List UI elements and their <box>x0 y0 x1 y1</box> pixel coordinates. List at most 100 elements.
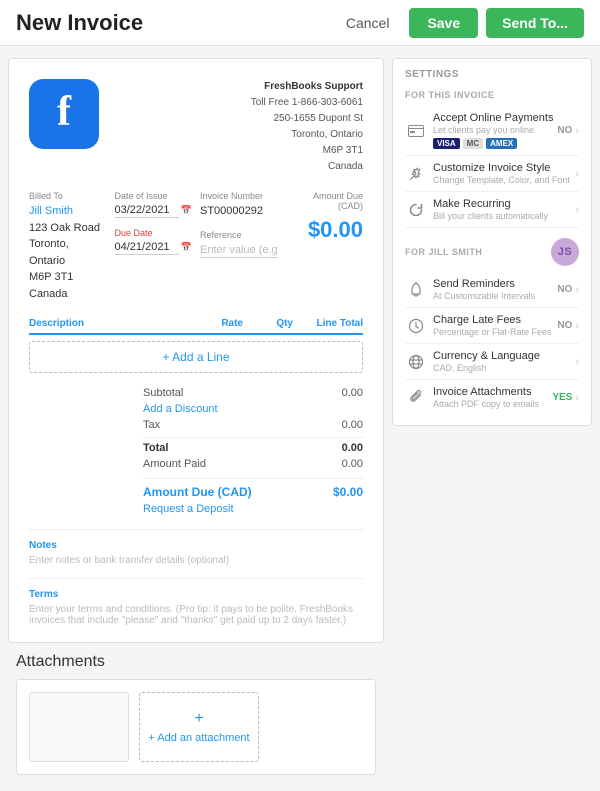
notes-section: Notes Enter notes or bank transfer detai… <box>29 529 363 566</box>
mc-chip: MC <box>463 138 483 149</box>
header-actions: Cancel Save Send To... <box>334 8 584 38</box>
recurring-content: Make Recurring Bill your clients automat… <box>433 198 575 221</box>
reference-input[interactable] <box>200 243 278 258</box>
late-fees-title: Charge Late Fees <box>433 314 557 326</box>
attachments-box: + + Add an attachment <box>16 679 376 775</box>
invoice-meta: Billed To Jill Smith 123 Oak Road Toront… <box>29 191 363 302</box>
late-fees-right: NO › <box>557 320 579 332</box>
for-user-section: FOR JILL SMITH JS <box>405 238 579 266</box>
currency-right: › <box>575 356 579 368</box>
total-row: Total 0.00 <box>143 437 363 456</box>
paperclip-icon <box>405 387 427 409</box>
amount-paid-row: Amount Paid 0.00 <box>143 456 363 472</box>
company-address3: M6P 3T1 <box>251 143 363 159</box>
settings-area: Settings FOR THIS INVOICE Accept Online … <box>392 58 592 426</box>
total-label: Total <box>143 442 168 454</box>
amount-paid-val: 0.00 <box>342 458 363 470</box>
page-header: New Invoice Cancel Save Send To... <box>0 0 600 46</box>
customize-chevron: › <box>575 168 579 180</box>
accept-payments-toggle: NO <box>557 125 572 136</box>
reminders-sub: At Customizable Intervals <box>433 291 557 301</box>
save-button[interactable]: Save <box>409 8 478 38</box>
sendto-button[interactable]: Send To... <box>486 8 584 38</box>
subtotal-val: 0.00 <box>342 387 363 399</box>
reference-group: Reference <box>200 230 278 258</box>
currency-language-item[interactable]: Currency & Language CAD, English › <box>405 344 579 380</box>
subtotal-row: Subtotal 0.00 <box>143 385 363 401</box>
customize-invoice-item[interactable]: Customize Invoice Style Change Template,… <box>405 156 579 192</box>
cancel-button[interactable]: Cancel <box>334 9 402 37</box>
add-attachment-plus: + <box>194 710 203 728</box>
date-of-issue-row: 📅 <box>115 203 193 218</box>
currency-sub: CAD, English <box>433 363 575 373</box>
reminders-chevron: › <box>575 284 579 296</box>
user-avatar: JS <box>551 238 579 266</box>
rate-col-header: Rate <box>163 318 243 329</box>
deposit-row[interactable]: Request a Deposit <box>143 501 363 517</box>
due-date-calendar-icon: 📅 <box>181 242 192 253</box>
reference-label: Reference <box>200 230 278 240</box>
payment-cards: VISA MC AMEX <box>433 138 557 149</box>
invoice-attachments-item[interactable]: Invoice Attachments Attach PDF copy to e… <box>405 380 579 415</box>
terms-label: Terms <box>29 589 363 600</box>
attachments-content: Invoice Attachments Attach PDF copy to e… <box>433 386 552 409</box>
currency-content: Currency & Language CAD, English <box>433 350 575 373</box>
company-address4: Canada <box>251 159 363 175</box>
reminders-right: NO › <box>557 284 579 296</box>
tax-row: Tax 0.00 <box>143 417 363 433</box>
invoice-card: f FreshBooks Support Toll Free 1-866-303… <box>8 58 384 643</box>
client-postal: M6P 3T1 <box>29 269 107 286</box>
recurring-right: › <box>575 204 579 216</box>
customize-right: › <box>575 168 579 180</box>
page-title: New Invoice <box>16 10 334 36</box>
total-val: 0.00 <box>342 442 363 454</box>
charge-late-fees-item[interactable]: Charge Late Fees Percentage or Flat-Rate… <box>405 308 579 344</box>
add-attachment-button[interactable]: + + Add an attachment <box>139 692 259 762</box>
notes-label: Notes <box>29 540 363 551</box>
due-date-input[interactable] <box>115 240 179 255</box>
line-items-header: Description Rate Qty Line Total <box>29 318 363 335</box>
due-date-group: Due Date 📅 <box>115 228 193 255</box>
amex-chip: AMEX <box>486 138 517 149</box>
recurring-title: Make Recurring <box>433 198 575 210</box>
date-of-issue-input[interactable] <box>115 203 179 218</box>
customize-title: Customize Invoice Style <box>433 162 575 174</box>
make-recurring-item[interactable]: Make Recurring Bill your clients automat… <box>405 192 579 228</box>
add-line-button[interactable]: + Add a Line <box>29 341 363 373</box>
description-col-header: Description <box>29 318 163 329</box>
for-invoice-title: FOR THIS INVOICE <box>405 90 579 100</box>
late-fees-toggle: NO <box>557 320 572 331</box>
accept-payments-content: Accept Online Payments Let clients pay y… <box>433 112 557 149</box>
attachments-section: Attachments + + Add an attachment <box>16 653 376 775</box>
terms-placeholder[interactable]: Enter your terms and conditions. (Pro ti… <box>29 604 363 626</box>
date-of-issue-block: Date of Issue 📅 Due Date 📅 <box>115 191 193 302</box>
invoice-number: ST00000292 <box>200 203 278 220</box>
clock-icon <box>405 315 427 337</box>
line-total-col-header: Line Total <box>293 318 363 329</box>
accept-payments-chevron: › <box>575 125 579 137</box>
client-city: Toronto, Ontario <box>29 236 107 269</box>
currency-chevron: › <box>575 356 579 368</box>
date-of-issue-label: Date of Issue <box>115 191 193 201</box>
globe-icon <box>405 351 427 373</box>
company-info: FreshBooks Support Toll Free 1-866-303-6… <box>251 79 363 175</box>
attachments-chevron: › <box>575 392 579 404</box>
invoice-area: f FreshBooks Support Toll Free 1-866-303… <box>8 58 384 775</box>
reminders-title: Send Reminders <box>433 278 557 290</box>
attachments-settings-sub: Attach PDF copy to emails <box>433 399 552 409</box>
notes-placeholder[interactable]: Enter notes or bank transfer details (op… <box>29 555 363 566</box>
main-layout: f FreshBooks Support Toll Free 1-866-303… <box>0 46 600 787</box>
tax-val: 0.00 <box>342 419 363 431</box>
visa-chip: VISA <box>433 138 460 149</box>
qty-col-header: Qty <box>243 318 293 329</box>
accept-online-payments-item[interactable]: Accept Online Payments Let clients pay y… <box>405 106 579 156</box>
discount-row[interactable]: Add a Discount <box>143 401 363 417</box>
company-address2: Toronto, Ontario <box>251 127 363 143</box>
amount-due-footer-val: $0.00 <box>333 485 363 499</box>
for-user-title: FOR JILL SMITH <box>405 247 482 257</box>
invoice-top: f FreshBooks Support Toll Free 1-866-303… <box>29 79 363 175</box>
send-reminders-item[interactable]: Send Reminders At Customizable Intervals… <box>405 272 579 308</box>
currency-title: Currency & Language <box>433 350 575 362</box>
wand-icon <box>405 163 427 185</box>
attachments-title: Attachments <box>16 653 376 671</box>
